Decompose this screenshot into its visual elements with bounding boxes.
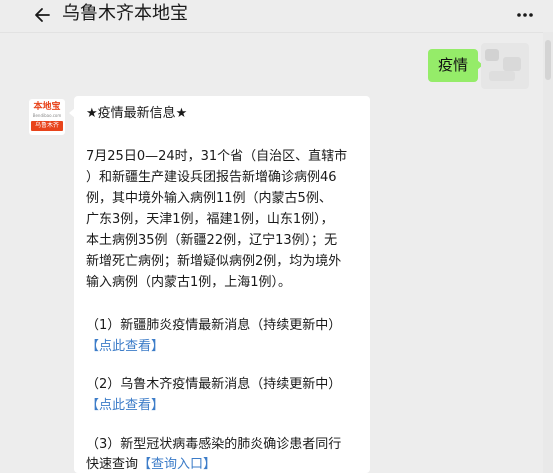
back-arrow-icon[interactable] bbox=[32, 4, 54, 26]
more-dots-icon[interactable] bbox=[514, 4, 536, 26]
received-message-bubble[interactable]: ★疫情最新信息★ 7月25日0—24时，31个省（自治区、直辖市 ）和新疆生产建… bbox=[69, 96, 370, 473]
item3-line2: 快速查询【查询入口】 bbox=[86, 456, 216, 473]
message-paragraph-line: 广东3例，天津1例，福建1例，山东1例）， bbox=[86, 212, 334, 227]
self-avatar[interactable] bbox=[481, 43, 529, 89]
message-paragraph-line: ）和新疆生产建设兵团报告新增确诊病例46 bbox=[86, 170, 337, 185]
avatar-logo-city: 乌鲁木齐 bbox=[31, 121, 63, 131]
scrollbar-thumb[interactable] bbox=[545, 40, 551, 80]
message-paragraph-line: 新增死亡病例；新增疑似病例2例，均为境外 bbox=[86, 254, 342, 269]
sent-message-bubble[interactable]: 疫情 bbox=[428, 49, 484, 82]
item2-link[interactable]: 【点此查看】 bbox=[86, 397, 164, 415]
avatar-logo-name: 本地宝 bbox=[33, 102, 61, 112]
chat-title: 乌鲁木齐本地宝 bbox=[62, 3, 188, 24]
avatar-blur-block bbox=[489, 71, 515, 81]
message-paragraph-line: 本土病例35例（新疆22例，辽宁13例）；无 bbox=[86, 233, 338, 248]
top-bar: 乌鲁木齐本地宝 bbox=[0, 0, 553, 33]
message-paragraph-line: 输入病例（内蒙古1例，上海1例）。 bbox=[86, 275, 292, 290]
item3-text-cont: 快速查询 bbox=[86, 457, 139, 472]
account-avatar[interactable]: 本地宝 Bendibao.com 乌鲁木齐 bbox=[29, 99, 65, 135]
sent-message-text: 疫情 bbox=[438, 56, 469, 74]
avatar-blur-block bbox=[503, 57, 521, 71]
message-heading: ★疫情最新信息★ bbox=[86, 106, 188, 121]
item3-link[interactable]: 【查询入口】 bbox=[138, 457, 216, 472]
scrollbar-track[interactable] bbox=[543, 32, 553, 473]
item2-text: （2）乌鲁木齐疫情最新消息（持续更新中） bbox=[86, 377, 342, 392]
avatar-blur-block bbox=[485, 49, 499, 61]
item3-text: （3）新型冠状病毒感染的肺炎确诊患者同行 bbox=[86, 437, 342, 452]
item1-link[interactable]: 【点此查看】 bbox=[86, 338, 164, 356]
message-paragraph-line: 例，其中境外输入病例11例（内蒙古5例、 bbox=[86, 191, 332, 206]
avatar-logo-url: Bendibao.com bbox=[32, 113, 62, 118]
message-paragraph-line: 7月25日0—24时，31个省（自治区、直辖市 bbox=[86, 149, 348, 164]
item1-text: （1）新疆肺炎疫情最新消息（持续更新中） bbox=[86, 318, 342, 333]
